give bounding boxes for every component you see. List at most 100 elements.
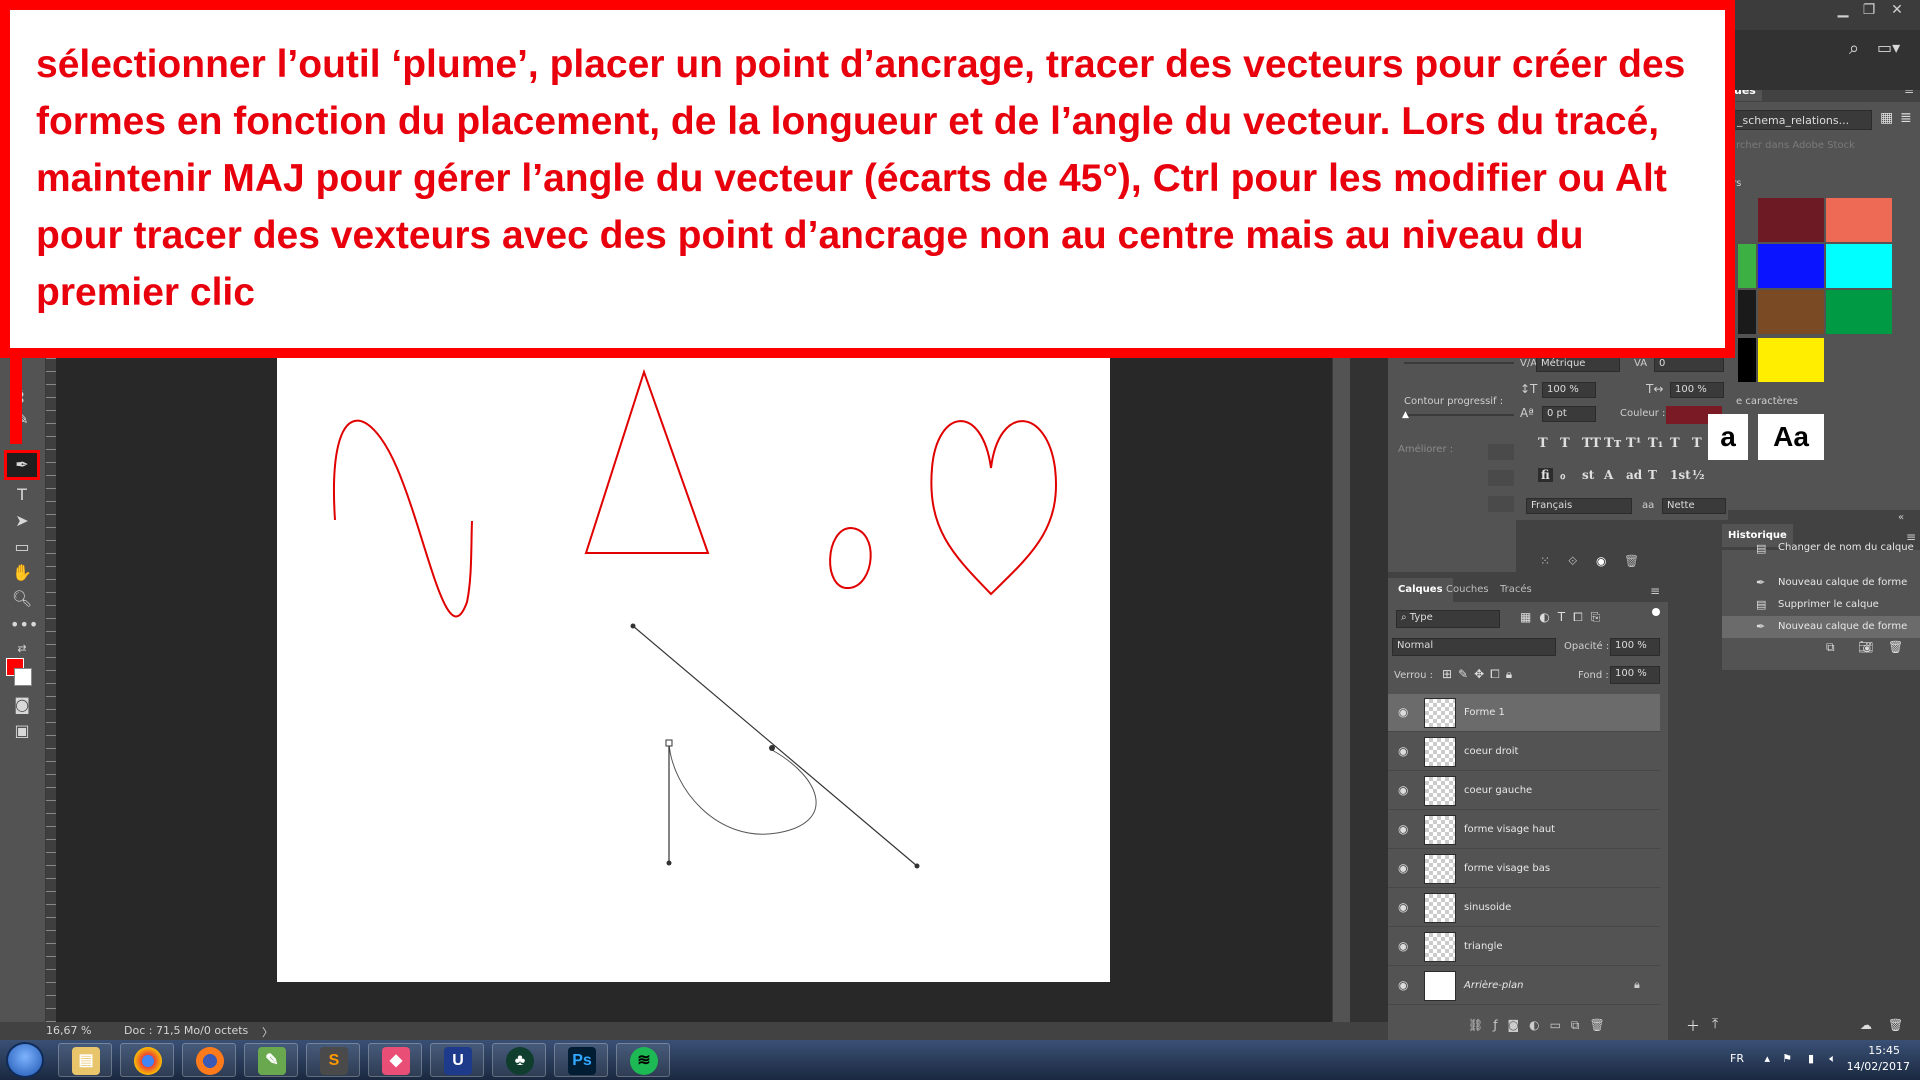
- restore-icon[interactable]: ❐: [1857, 2, 1881, 20]
- opentype-button[interactable]: T: [1648, 468, 1657, 482]
- color-swatch[interactable]: [1758, 290, 1824, 334]
- slider-handle-icon[interactable]: ▲: [1402, 410, 1409, 420]
- flag-icon[interactable]: ⚑: [1782, 1052, 1792, 1065]
- baseline-field[interactable]: 0 pt: [1542, 406, 1596, 422]
- library-search-input[interactable]: rcher dans Adobe Stock: [1732, 138, 1916, 156]
- trash-icon[interactable]: 🗑︎: [1624, 554, 1639, 568]
- collapse-icon[interactable]: «: [1898, 512, 1904, 523]
- layer-row[interactable]: ◉ triangle: [1388, 928, 1660, 966]
- taskbar-chrome[interactable]: [120, 1043, 174, 1077]
- library-select[interactable]: _schema_relations...: [1732, 110, 1872, 130]
- color-swatch[interactable]: [1738, 338, 1756, 382]
- visibility-eye-icon[interactable]: ◉: [1398, 900, 1408, 914]
- link-icon[interactable]: ⟐: [1568, 554, 1577, 569]
- canvas-area[interactable]: [56, 358, 1332, 1022]
- hand-tool-icon[interactable]: ✋: [10, 562, 34, 584]
- type-tool-icon[interactable]: T: [10, 484, 34, 506]
- zoom-level[interactable]: 16,67 %: [46, 1024, 91, 1037]
- taskbar-app[interactable]: ◆: [368, 1043, 422, 1077]
- type-style-button[interactable]: TT: [1582, 436, 1601, 451]
- background-color-swatch[interactable]: [14, 668, 32, 686]
- type-style-button[interactable]: T: [1670, 436, 1680, 451]
- layer-row[interactable]: ◉ Forme 1: [1388, 694, 1660, 732]
- filter-toggle-icon[interactable]: [1652, 608, 1660, 616]
- layers-bottom-icons[interactable]: ⛓ƒ◙◐▭⧉🗑︎: [1468, 1018, 1615, 1033]
- history-item[interactable]: ✒ Nouveau calque de forme: [1722, 616, 1920, 638]
- list-view-icon[interactable]: ≣: [1900, 110, 1912, 126]
- swap-colors-icon[interactable]: ⇄: [10, 638, 34, 660]
- taskbar-firefox[interactable]: [182, 1043, 236, 1077]
- clock-date[interactable]: 14/02/2017: [1847, 1060, 1910, 1073]
- rectangle-tool-icon[interactable]: ▭: [10, 536, 34, 558]
- kerning-select[interactable]: Métrique: [1536, 356, 1620, 372]
- workspace-icon[interactable]: ▭▾: [1877, 38, 1900, 57]
- trash-icon[interactable]: 🗑︎: [1888, 1018, 1903, 1032]
- volume-icon[interactable]: 🔈︎: [1829, 1052, 1836, 1066]
- lock-icon[interactable]: 🔒︎: [1634, 978, 1640, 992]
- type-style-button[interactable]: T: [1538, 436, 1548, 451]
- tray-arrow-icon[interactable]: ▴: [1764, 1052, 1770, 1065]
- trash-icon[interactable]: 🗑︎: [1888, 640, 1903, 654]
- network-icon[interactable]: ▮: [1808, 1052, 1814, 1065]
- upload-icon[interactable]: ⤒: [1712, 1016, 1718, 1032]
- history-item[interactable]: ✒ Nouveau calque de forme: [1722, 572, 1920, 594]
- zoom-tool-icon[interactable]: 🔍︎: [10, 588, 34, 610]
- antialias-select[interactable]: Nette: [1662, 498, 1726, 514]
- pen-tool-icon[interactable]: ✒: [4, 450, 40, 480]
- taskbar-explorer[interactable]: ▤: [58, 1043, 112, 1077]
- color-swatch[interactable]: [1826, 244, 1892, 288]
- history-item[interactable]: ▤ Supprimer le calque: [1722, 594, 1920, 616]
- opacity-field[interactable]: 100 %: [1610, 638, 1660, 656]
- grid-icon[interactable]: ⁙: [1540, 554, 1550, 568]
- layer-filter-icons[interactable]: ▦◐T⧠⎘: [1520, 610, 1608, 625]
- snapshot-icon[interactable]: 📷︎: [1858, 640, 1873, 654]
- type-style-button[interactable]: T¹: [1626, 436, 1641, 451]
- more-tools-icon[interactable]: •••: [10, 614, 38, 636]
- color-swatch[interactable]: [1826, 198, 1892, 242]
- taskbar-spotify[interactable]: ≋: [616, 1043, 670, 1077]
- fill-field[interactable]: 100 %: [1610, 666, 1660, 684]
- opentype-button[interactable]: st: [1582, 468, 1594, 482]
- lock-icons[interactable]: ⊞✎✥⧠🔒︎: [1442, 667, 1518, 682]
- layer-filter-select[interactable]: ⌕ Type: [1396, 610, 1500, 628]
- opentype-button[interactable]: ½: [1692, 468, 1705, 482]
- opentype-button[interactable]: A: [1604, 468, 1613, 482]
- language-indicator[interactable]: FR: [1730, 1052, 1744, 1065]
- vertical-scale-field[interactable]: 100 %: [1542, 382, 1596, 398]
- start-button-icon[interactable]: [6, 1042, 44, 1078]
- eye-icon[interactable]: ◉: [1596, 554, 1606, 568]
- layer-row[interactable]: ◉ forme visage bas: [1388, 850, 1660, 888]
- clock-time[interactable]: 15:45: [1868, 1044, 1900, 1057]
- layer-row[interactable]: ◉ coeur droit: [1388, 733, 1660, 771]
- taskbar-app[interactable]: U: [430, 1043, 484, 1077]
- search-icon[interactable]: ⌕: [1849, 38, 1859, 59]
- taskbar-app[interactable]: ♣: [492, 1043, 546, 1077]
- type-style-button[interactable]: T₁: [1648, 436, 1663, 451]
- history-item[interactable]: ▤ Changer de nom du calque: [1722, 542, 1920, 556]
- color-swatch[interactable]: [1738, 290, 1756, 334]
- path-selection-tool-icon[interactable]: ➤: [10, 510, 34, 532]
- char-style-preview[interactable]: a: [1708, 414, 1748, 460]
- opentype-button[interactable]: 1st: [1670, 468, 1691, 482]
- type-style-button[interactable]: Tт: [1604, 436, 1622, 451]
- vertical-scrollbar[interactable]: [1332, 358, 1350, 1022]
- panel-menu-icon[interactable]: ≡: [1650, 584, 1660, 598]
- opentype-button[interactable]: fi: [1538, 468, 1553, 482]
- new-document-icon[interactable]: ⧉: [1826, 640, 1835, 655]
- type-style-button[interactable]: T: [1692, 436, 1702, 451]
- add-icon[interactable]: ＋: [1686, 1016, 1700, 1036]
- blend-mode-select[interactable]: Normal: [1392, 638, 1556, 656]
- color-swatch[interactable]: [1826, 290, 1892, 334]
- layer-row[interactable]: ◉ Arrière-plan 🔒︎: [1388, 967, 1660, 1005]
- visibility-eye-icon[interactable]: ◉: [1398, 978, 1408, 992]
- taskbar-photoshop[interactable]: Ps: [554, 1043, 608, 1077]
- color-swatch[interactable]: [1758, 244, 1824, 288]
- visibility-eye-icon[interactable]: ◉: [1398, 861, 1408, 875]
- color-swatch[interactable]: [1758, 198, 1824, 242]
- color-swatch[interactable]: [1758, 338, 1824, 382]
- visibility-eye-icon[interactable]: ◉: [1398, 939, 1408, 953]
- document-canvas[interactable]: [277, 358, 1110, 982]
- screen-mode-icon[interactable]: ▣: [10, 720, 34, 742]
- char-style-preview[interactable]: Aa: [1758, 414, 1824, 460]
- horizontal-scale-field[interactable]: 100 %: [1670, 382, 1724, 398]
